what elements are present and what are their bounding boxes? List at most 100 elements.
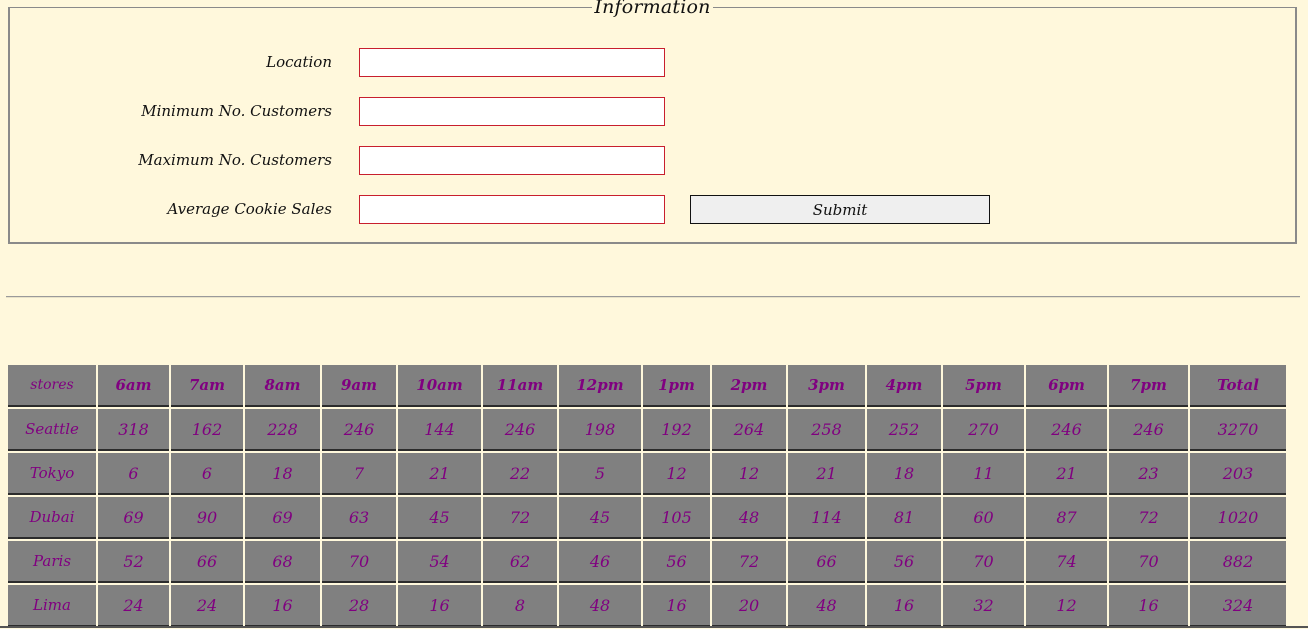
sales-cell: 32 xyxy=(943,585,1024,627)
header-6pm: 6pm xyxy=(1026,365,1107,407)
horizontal-divider xyxy=(6,296,1300,298)
sales-cell: 192 xyxy=(643,409,710,451)
header-1pm: 1pm xyxy=(643,365,710,407)
total-cell: 882 xyxy=(1190,541,1286,583)
sales-cell: 45 xyxy=(398,497,481,539)
sales-cell: 20 xyxy=(712,585,786,627)
sales-cell: 56 xyxy=(867,541,941,583)
sales-cell: 70 xyxy=(322,541,396,583)
sales-cell: 5 xyxy=(559,453,641,495)
sales-cell: 16 xyxy=(867,585,941,627)
sales-cell: 6 xyxy=(98,453,169,495)
sales-cell: 56 xyxy=(643,541,710,583)
sales-cell: 24 xyxy=(171,585,243,627)
sales-cell: 23 xyxy=(1109,453,1188,495)
sales-cell: 28 xyxy=(322,585,396,627)
sales-cell: 48 xyxy=(559,585,641,627)
header-10am: 10am xyxy=(398,365,481,407)
sales-cell: 252 xyxy=(867,409,941,451)
sales-cell: 6 xyxy=(171,453,243,495)
total-cell: 203 xyxy=(1190,453,1286,495)
min-customers-row: Minimum No. Customers xyxy=(10,97,1295,127)
header-12pm: 12pm xyxy=(559,365,641,407)
min-customers-input[interactable] xyxy=(359,97,665,126)
sales-cell: 12 xyxy=(712,453,786,495)
avg-cookie-sales-input[interactable] xyxy=(359,195,665,224)
sales-cell: 68 xyxy=(245,541,320,583)
table-row: Seattle 318 162 228 246 144 246 198 192 264 258 252… xyxy=(8,409,1286,451)
header-3pm: 3pm xyxy=(788,365,865,407)
sales-cell: 105 xyxy=(643,497,710,539)
sales-cell: 246 xyxy=(1026,409,1107,451)
store-name-cell: Dubai xyxy=(8,497,96,539)
max-customers-input[interactable] xyxy=(359,146,665,175)
sales-cell: 81 xyxy=(867,497,941,539)
sales-cell: 21 xyxy=(398,453,481,495)
sales-cell: 264 xyxy=(712,409,786,451)
avg-cookie-sales-label: Average Cookie Sales xyxy=(167,200,332,218)
sales-cell: 246 xyxy=(1109,409,1188,451)
header-9am: 9am xyxy=(322,365,396,407)
header-7am: 7am xyxy=(171,365,243,407)
sales-cell: 69 xyxy=(245,497,320,539)
store-name-cell: Tokyo xyxy=(8,453,96,495)
sales-cell: 162 xyxy=(171,409,243,451)
sales-cell: 54 xyxy=(398,541,481,583)
sales-cell: 144 xyxy=(398,409,481,451)
min-customers-label: Minimum No. Customers xyxy=(141,102,332,120)
header-11am: 11am xyxy=(483,365,557,407)
sales-cell: 16 xyxy=(245,585,320,627)
sales-cell: 87 xyxy=(1026,497,1107,539)
sales-cell: 48 xyxy=(712,497,786,539)
location-label: Location xyxy=(266,53,332,71)
sales-cell: 21 xyxy=(1026,453,1107,495)
sales-cell: 24 xyxy=(98,585,169,627)
sales-cell: 258 xyxy=(788,409,865,451)
sales-cell: 48 xyxy=(788,585,865,627)
total-cell: 1020 xyxy=(1190,497,1286,539)
sales-cell: 11 xyxy=(943,453,1024,495)
sales-cell: 22 xyxy=(483,453,557,495)
sales-cell: 114 xyxy=(788,497,865,539)
sales-cell: 318 xyxy=(98,409,169,451)
store-name-cell: Seattle xyxy=(8,409,96,451)
sales-cell: 16 xyxy=(1109,585,1188,627)
table-row: Paris 52 66 68 70 54 62 46 56 72 66 56 70 74 70 882 xyxy=(8,541,1286,583)
legend-text: Information xyxy=(592,0,713,18)
table-header-row: stores 6am 7am 8am 9am 10am 11am 12pm 1p… xyxy=(8,365,1286,407)
sales-cell: 246 xyxy=(483,409,557,451)
sales-cell: 46 xyxy=(559,541,641,583)
header-5pm: 5pm xyxy=(943,365,1024,407)
sales-cell: 62 xyxy=(483,541,557,583)
sales-cell: 60 xyxy=(943,497,1024,539)
sales-cell: 52 xyxy=(98,541,169,583)
sales-cell: 70 xyxy=(1109,541,1188,583)
total-cell: 324 xyxy=(1190,585,1286,627)
max-customers-label: Maximum No. Customers xyxy=(138,151,332,169)
sales-cell: 16 xyxy=(643,585,710,627)
header-4pm: 4pm xyxy=(867,365,941,407)
store-name-cell: Paris xyxy=(8,541,96,583)
fieldset-legend: Information xyxy=(10,0,1295,18)
header-8am: 8am xyxy=(245,365,320,407)
sales-table: stores 6am 7am 8am 9am 10am 11am 12pm 1p… xyxy=(6,363,1288,629)
location-input[interactable] xyxy=(359,48,665,77)
sales-cell: 198 xyxy=(559,409,641,451)
sales-cell: 90 xyxy=(171,497,243,539)
sales-cell: 18 xyxy=(867,453,941,495)
sales-cell: 66 xyxy=(171,541,243,583)
table-row: Dubai 69 90 69 63 45 72 45 105 48 114 81 60 87 72 1020 xyxy=(8,497,1286,539)
sales-cell: 12 xyxy=(643,453,710,495)
total-cell: 3270 xyxy=(1190,409,1286,451)
sales-cell: 270 xyxy=(943,409,1024,451)
sales-cell: 21 xyxy=(788,453,865,495)
header-stores: stores xyxy=(8,365,96,407)
sales-cell: 72 xyxy=(483,497,557,539)
sales-cell: 69 xyxy=(98,497,169,539)
sales-cell: 16 xyxy=(398,585,481,627)
submit-button[interactable]: Submit xyxy=(690,195,990,224)
sales-cell: 63 xyxy=(322,497,396,539)
table-row: Tokyo 6 6 18 7 21 22 5 12 12 21 18 11 21 23 203 xyxy=(8,453,1286,495)
sales-cell: 72 xyxy=(1109,497,1188,539)
sales-cell: 18 xyxy=(245,453,320,495)
